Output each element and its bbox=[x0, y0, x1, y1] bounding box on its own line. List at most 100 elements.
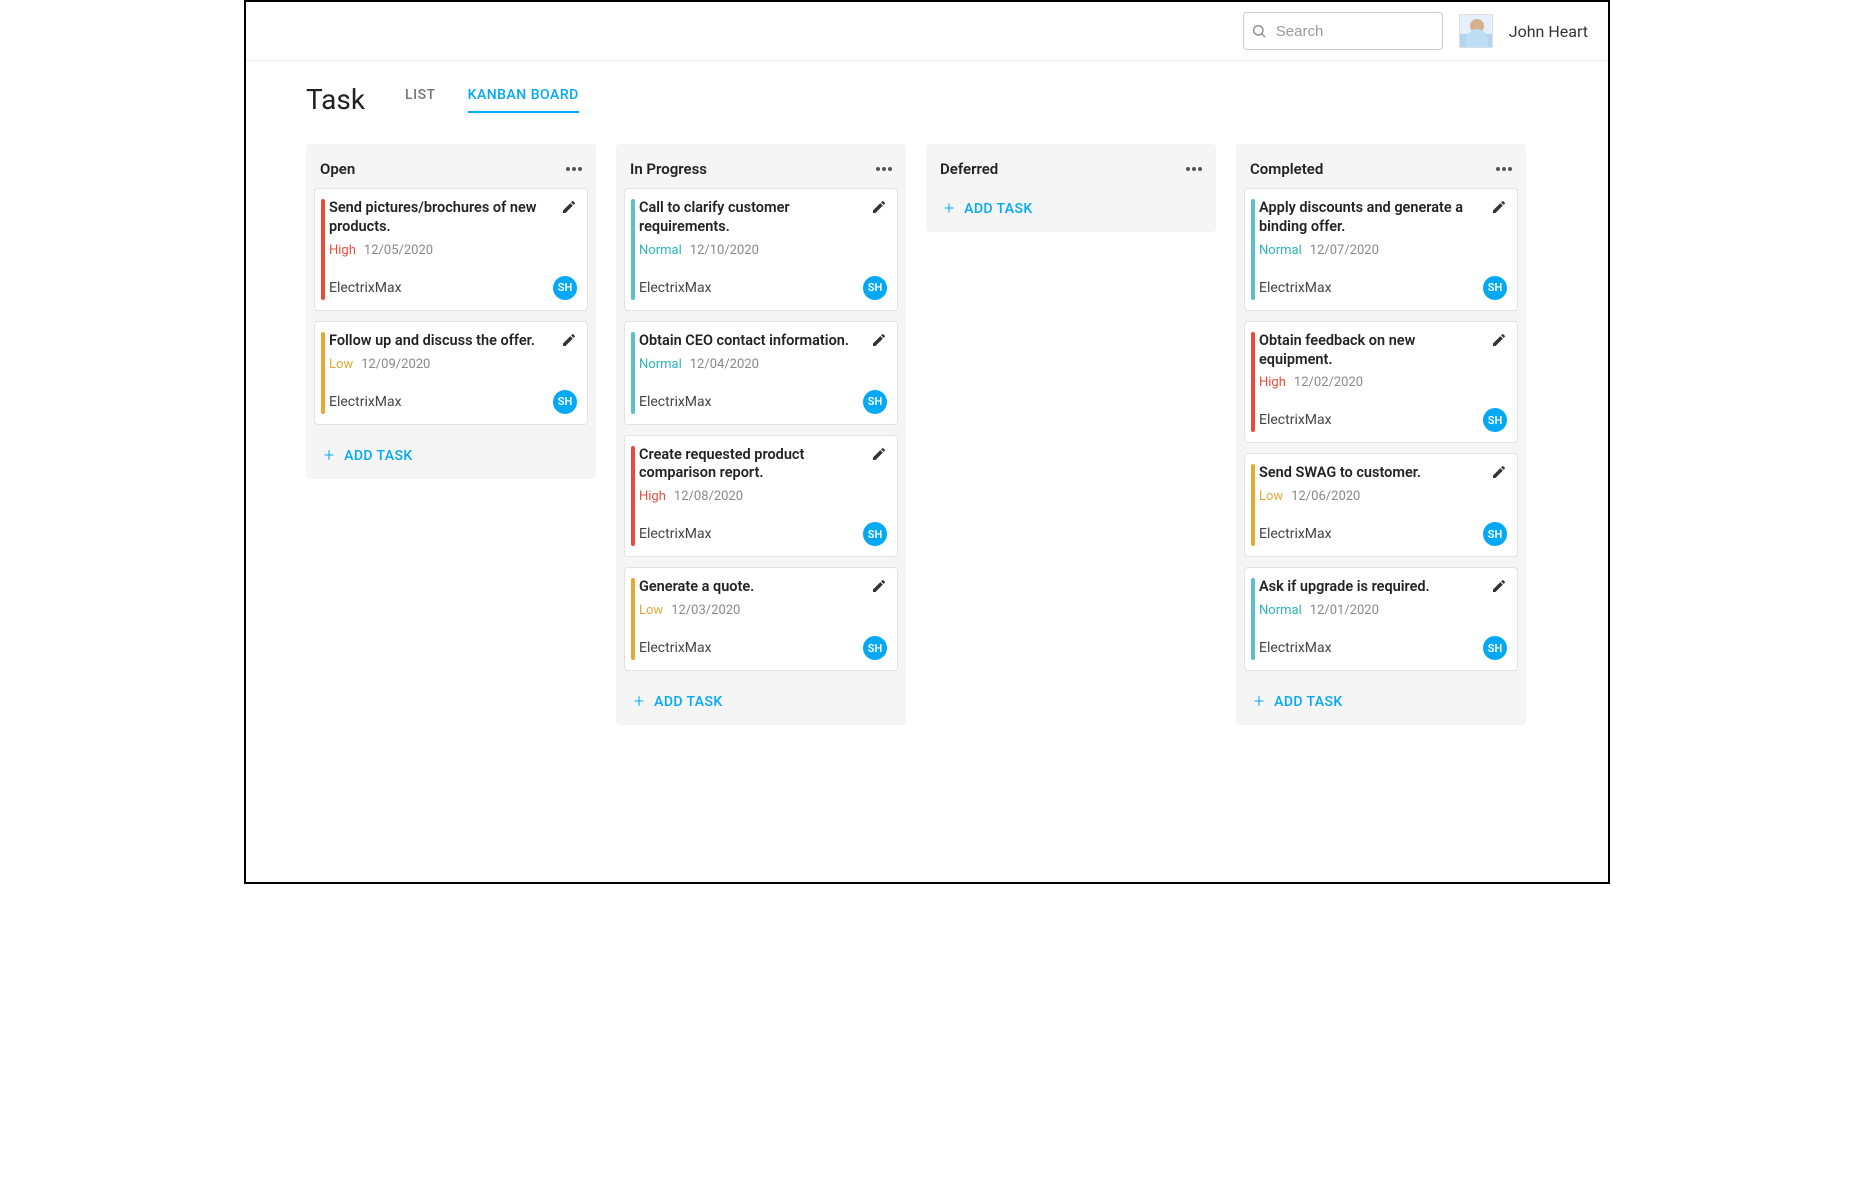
card-meta: Normal 12/01/2020 bbox=[1259, 603, 1507, 618]
assignee-badge[interactable]: SH bbox=[1483, 522, 1507, 546]
card-meta: High12/05/2020 bbox=[329, 243, 577, 258]
task-card[interactable]: Obtain feedback on new equipment. High12/… bbox=[1244, 321, 1518, 444]
assignee-badge[interactable]: SH bbox=[553, 276, 577, 300]
card-bottom: ElectrixMax SH bbox=[639, 522, 887, 546]
card-bottom: ElectrixMax SH bbox=[639, 636, 887, 660]
card-date: 12/10/2020 bbox=[690, 243, 759, 258]
tab-list[interactable]: LIST bbox=[405, 87, 436, 113]
column-completed: CompletedApply discounts and generate a … bbox=[1236, 144, 1526, 725]
search-input[interactable] bbox=[1243, 12, 1443, 50]
column-header: Open bbox=[314, 152, 588, 188]
card-date: 12/04/2020 bbox=[690, 357, 759, 372]
priority-stripe bbox=[321, 199, 325, 300]
assignee-badge[interactable]: SH bbox=[1483, 276, 1507, 300]
card-company: ElectrixMax bbox=[1259, 640, 1332, 656]
card-meta: High12/02/2020 bbox=[1259, 375, 1507, 390]
priority-stripe bbox=[631, 199, 635, 300]
card-title: Obtain feedback on new equipment. bbox=[1259, 332, 1469, 370]
card-top: Obtain CEO contact information. bbox=[639, 332, 887, 351]
plus-icon: + bbox=[944, 200, 954, 218]
task-card[interactable]: Apply discounts and generate a binding o… bbox=[1244, 188, 1518, 311]
card-title: Call to clarify customer requirements. bbox=[639, 199, 849, 237]
card-bottom: ElectrixMax SH bbox=[639, 276, 887, 300]
column-header: Completed bbox=[1244, 152, 1518, 188]
more-icon[interactable] bbox=[566, 167, 582, 171]
card-top: Follow up and discuss the offer. bbox=[329, 332, 577, 351]
card-date: 12/01/2020 bbox=[1310, 603, 1379, 618]
add-task-button[interactable]: +ADD TASK bbox=[624, 681, 898, 717]
card-priority: Normal bbox=[1259, 243, 1302, 258]
assignee-badge[interactable]: SH bbox=[863, 636, 887, 660]
card-date: 12/09/2020 bbox=[361, 357, 430, 372]
card-bottom: ElectrixMaxSH bbox=[1259, 522, 1507, 546]
tab-kanban[interactable]: KANBAN BOARD bbox=[468, 87, 579, 113]
priority-stripe bbox=[631, 446, 635, 547]
more-icon[interactable] bbox=[1186, 167, 1202, 171]
plus-icon: + bbox=[634, 693, 644, 711]
card-priority: Normal bbox=[639, 243, 682, 258]
task-card[interactable]: Follow up and discuss the offer. Low12/09… bbox=[314, 321, 588, 425]
edit-icon[interactable] bbox=[561, 199, 577, 215]
assignee-badge[interactable]: SH bbox=[553, 390, 577, 414]
kanban-board: Open Send pictures/brochures of new produ… bbox=[246, 124, 1608, 745]
assignee-badge[interactable]: SH bbox=[863, 522, 887, 546]
user-name[interactable]: John Heart bbox=[1509, 22, 1588, 41]
edit-icon[interactable] bbox=[1491, 199, 1507, 215]
card-top: Send SWAG to customer. bbox=[1259, 464, 1507, 483]
card-title: Generate a quote. bbox=[639, 578, 754, 597]
column-title: Open bbox=[320, 160, 355, 178]
card-priority: High bbox=[639, 489, 666, 504]
add-task-label: ADD TASK bbox=[1274, 694, 1342, 710]
card-company: ElectrixMax bbox=[329, 280, 402, 296]
task-card[interactable]: Call to clarify customer requirements. No… bbox=[624, 188, 898, 311]
task-card[interactable]: Generate a quote.Low12/03/2020ElectrixMa… bbox=[624, 567, 898, 671]
card-meta: High12/08/2020 bbox=[639, 489, 887, 504]
edit-icon[interactable] bbox=[871, 578, 887, 594]
card-title: Send pictures/brochures of new products. bbox=[329, 199, 539, 237]
card-company: ElectrixMax bbox=[639, 640, 712, 656]
column-open: Open Send pictures/brochures of new produ… bbox=[306, 144, 596, 479]
search-icon bbox=[1251, 23, 1267, 39]
edit-icon[interactable] bbox=[871, 199, 887, 215]
task-card[interactable]: Obtain CEO contact information.Normal12/… bbox=[624, 321, 898, 425]
card-title: Send SWAG to customer. bbox=[1259, 464, 1421, 483]
card-top: Send pictures/brochures of new products. bbox=[329, 199, 577, 237]
more-icon[interactable] bbox=[1496, 167, 1512, 171]
edit-icon[interactable] bbox=[1491, 578, 1507, 594]
assignee-badge[interactable]: SH bbox=[863, 276, 887, 300]
assignee-badge[interactable]: SH bbox=[1483, 636, 1507, 660]
task-card[interactable]: Send pictures/brochures of new products.… bbox=[314, 188, 588, 311]
add-task-button[interactable]: +ADD TASK bbox=[934, 188, 1208, 224]
task-card[interactable]: Ask if upgrade is required.Normal12/01/2… bbox=[1244, 567, 1518, 671]
card-title: Obtain CEO contact information. bbox=[639, 332, 849, 351]
add-task-button[interactable]: +ADD TASK bbox=[314, 435, 588, 471]
card-company: ElectrixMax bbox=[639, 280, 712, 296]
task-card[interactable]: Send SWAG to customer. Low12/06/2020 Elect… bbox=[1244, 453, 1518, 557]
add-task-button[interactable]: +ADD TASK bbox=[1244, 681, 1518, 717]
card-meta: Low12/09/2020 bbox=[329, 357, 577, 372]
edit-icon[interactable] bbox=[1491, 464, 1507, 480]
assignee-badge[interactable]: SH bbox=[863, 390, 887, 414]
priority-stripe bbox=[1251, 578, 1255, 660]
more-icon[interactable] bbox=[876, 167, 892, 171]
card-title: Follow up and discuss the offer. bbox=[329, 332, 535, 351]
card-bottom: ElectrixMaxSH bbox=[1259, 276, 1507, 300]
assignee-badge[interactable]: SH bbox=[1483, 408, 1507, 432]
edit-icon[interactable] bbox=[1491, 332, 1507, 348]
edit-icon[interactable] bbox=[561, 332, 577, 348]
card-meta: Low12/06/2020 bbox=[1259, 489, 1507, 504]
card-company: ElectrixMax bbox=[639, 526, 712, 542]
task-card[interactable]: Create requested product comparison repo… bbox=[624, 435, 898, 558]
card-company: ElectrixMax bbox=[639, 394, 712, 410]
card-bottom: ElectrixMax SH bbox=[1259, 408, 1507, 432]
avatar[interactable] bbox=[1459, 14, 1493, 48]
card-priority: Normal bbox=[1259, 603, 1302, 618]
topbar: John Heart bbox=[246, 2, 1608, 61]
column-title: In Progress bbox=[630, 160, 707, 178]
edit-icon[interactable] bbox=[871, 332, 887, 348]
edit-icon[interactable] bbox=[871, 446, 887, 462]
card-priority: High bbox=[1259, 375, 1286, 390]
card-priority: Low bbox=[639, 603, 663, 618]
card-company: ElectrixMax bbox=[1259, 412, 1332, 428]
card-top: Call to clarify customer requirements. bbox=[639, 199, 887, 237]
